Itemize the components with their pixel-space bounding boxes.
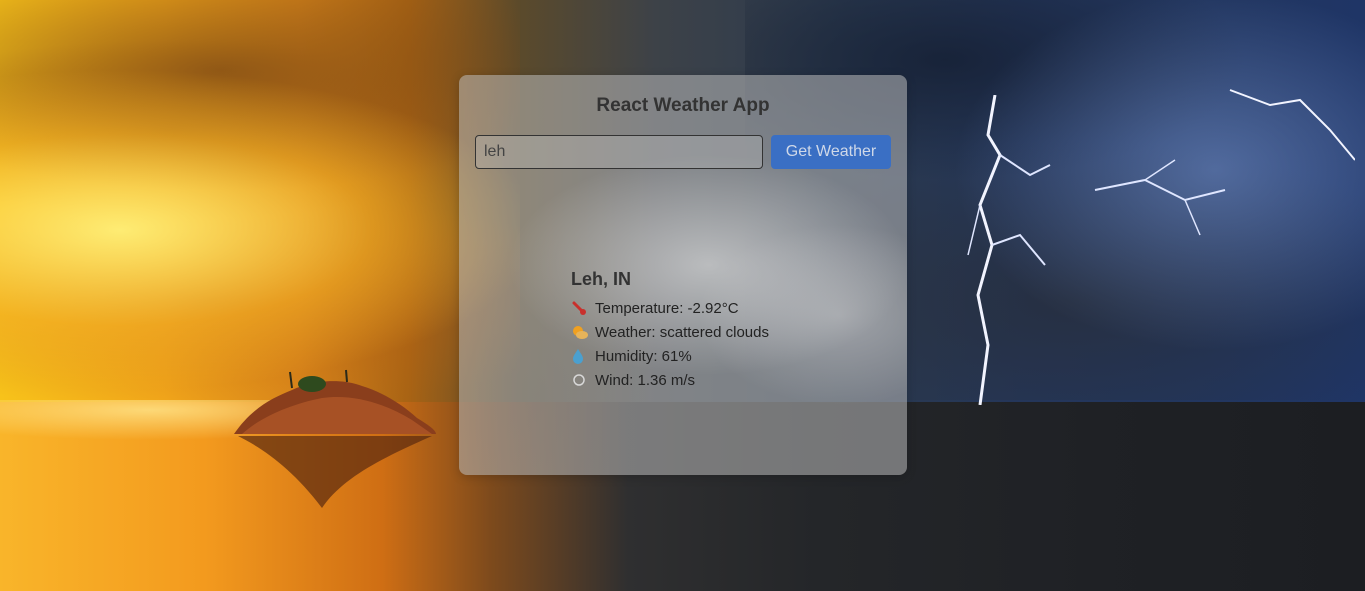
temperature-text: Temperature: -2.92°C [595,299,739,317]
city-name: Leh, IN [571,269,632,289]
city-search-input[interactable] [475,135,763,169]
weather-text: Weather: scattered clouds [595,323,769,341]
cloud-sun-icon [571,323,595,341]
lightning-bolt-illustration [967,95,1051,405]
droplet-icon [571,347,595,365]
get-weather-button[interactable]: Get Weather [771,135,891,169]
wind-icon [571,371,595,389]
background-scene: React Weather App Get Weather Leh, IN Te… [0,0,1365,591]
wind-text: Wind: 1.36 m/s [595,371,696,389]
app-title: React Weather App [596,95,770,116]
weather-row: Weather: scattered clouds [571,320,871,344]
temperature-row: Temperature: -2.92°C [571,296,871,320]
lightning-branch-illustration [1094,89,1355,236]
thermometer-icon [571,299,595,317]
island-illustration [234,369,436,508]
humidity-row: Humidity: 61% [571,344,871,368]
weather-card: React Weather App Get Weather Leh, IN Te… [459,75,907,475]
humidity-text: Humidity: 61% [595,347,692,365]
wind-row: Wind: 1.36 m/s [571,368,871,392]
weather-result: Leh, IN Temperature: -2.92°C Weather: sc… [571,269,871,392]
